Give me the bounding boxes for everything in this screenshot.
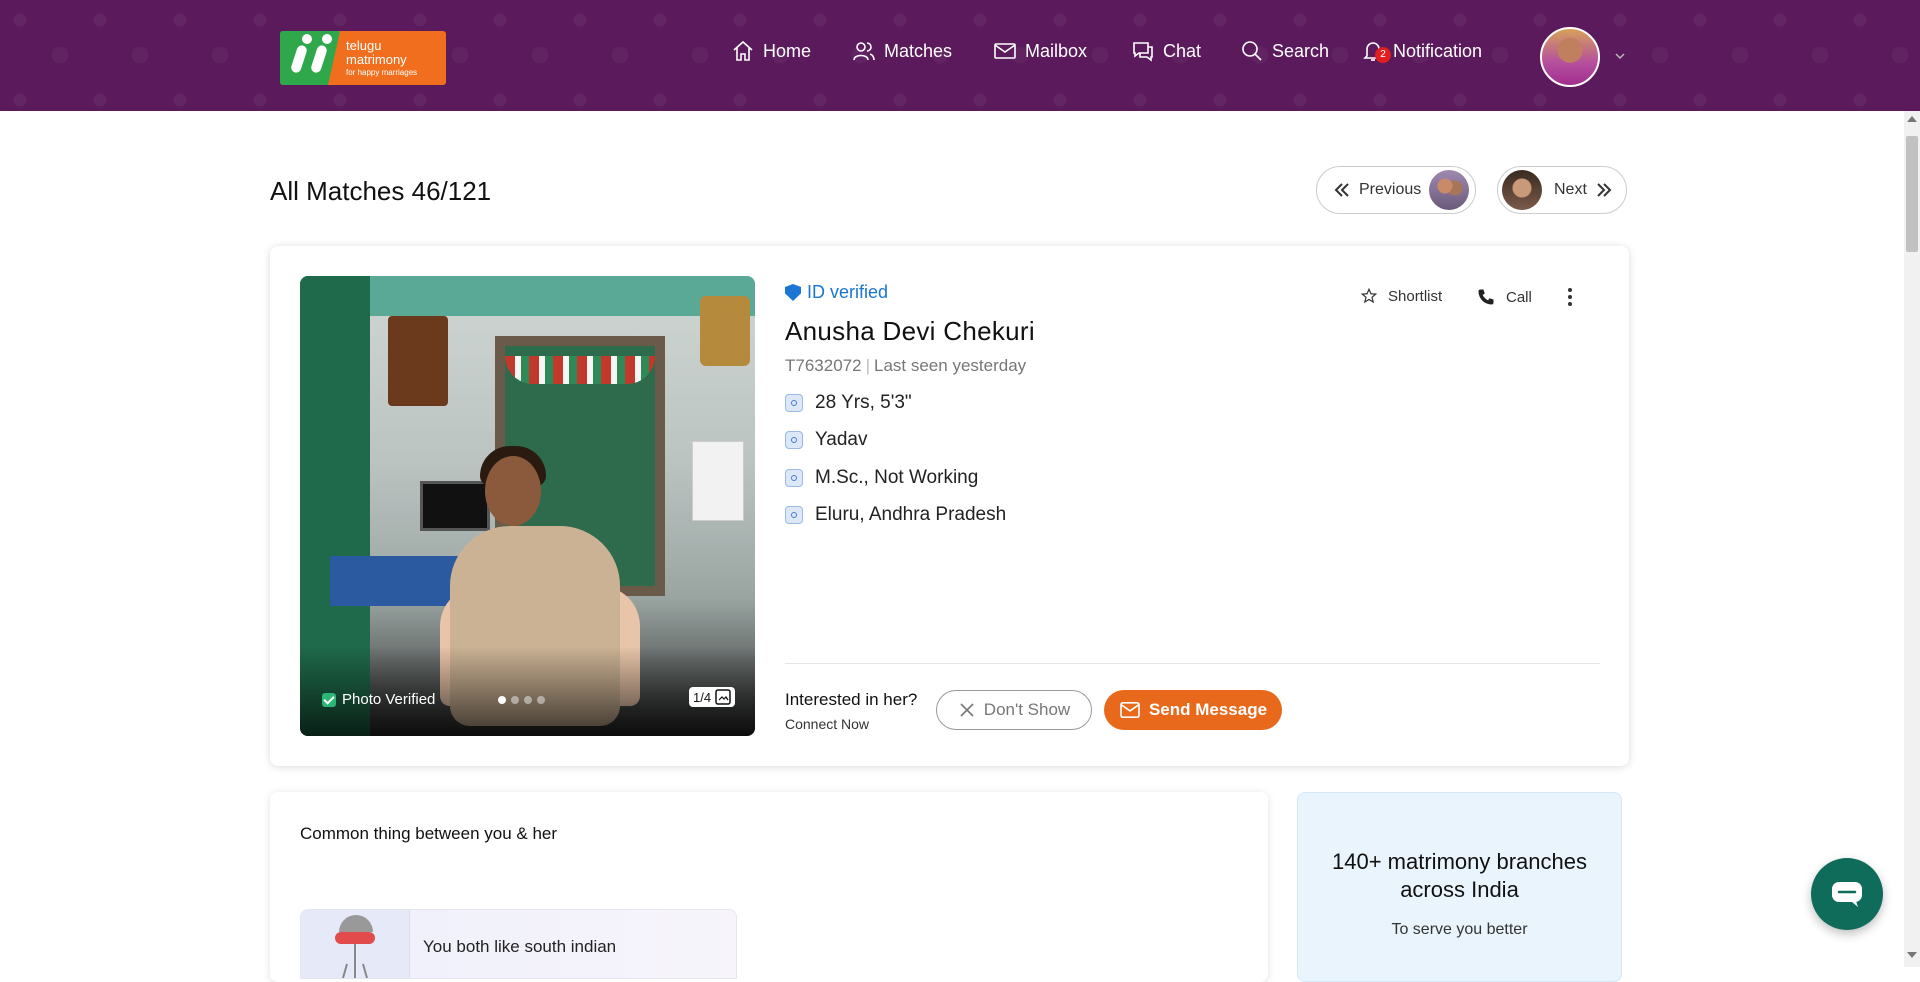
- detail-text: 28 Yrs, 5'3": [815, 392, 912, 413]
- nav-matches[interactable]: Matches: [852, 34, 952, 68]
- profile-meta: T7632072 | Last seen yesterday: [785, 356, 1027, 375]
- detail-caste: Yadav: [785, 429, 867, 451]
- call-button[interactable]: Call: [1476, 287, 1532, 307]
- users-icon: [853, 42, 875, 61]
- last-seen: Last seen yesterday: [874, 356, 1027, 375]
- carousel-dot[interactable]: [498, 696, 506, 704]
- logo-line-2: matrimony: [346, 52, 407, 67]
- photo-carousel-dots[interactable]: [498, 696, 545, 704]
- nav-mailbox-label: Mailbox: [1025, 40, 1088, 61]
- dont-show-label: Don't Show: [983, 700, 1071, 719]
- logo-line-1: telugu: [346, 38, 382, 53]
- caste-icon: [785, 431, 803, 449]
- grill-icon: [301, 910, 410, 978]
- detail-text: M.Sc., Not Working: [815, 467, 979, 488]
- chat-bubble-icon: [1832, 882, 1862, 907]
- logo-mark-icon: [280, 31, 340, 85]
- nav-search[interactable]: Search: [1240, 34, 1329, 68]
- detail-education: M.Sc., Not Working: [785, 467, 978, 489]
- profile-id: T7632072: [785, 356, 862, 375]
- close-icon: [960, 703, 974, 717]
- scroll-down-icon[interactable]: [1907, 952, 1917, 958]
- carousel-dot[interactable]: [524, 696, 532, 704]
- check-icon: [322, 692, 336, 707]
- previous-profile-button[interactable]: Previous: [1316, 166, 1476, 214]
- mail-icon: [1120, 701, 1140, 719]
- phone-icon: [1478, 289, 1494, 305]
- mail-icon: [994, 43, 1016, 59]
- nav-notification-label: Notification: [1393, 40, 1483, 61]
- more-options-icon[interactable]: [1568, 288, 1572, 309]
- telugu-matrimony-logo[interactable]: telugu matrimony for happy marriages: [280, 31, 446, 85]
- page-title: All Matches 46/121: [270, 176, 492, 206]
- photo-count-badge[interactable]: 1/4: [689, 687, 736, 707]
- common-thing-text: You both like south indian: [423, 937, 617, 956]
- send-message-button[interactable]: Send Message: [1104, 690, 1282, 730]
- interested-question: Interested in her?: [785, 690, 918, 709]
- photo-verified-badge: Photo Verified: [322, 691, 435, 708]
- nav-chat-label: Chat: [1163, 40, 1202, 61]
- call-label: Call: [1506, 288, 1532, 306]
- carousel-dot[interactable]: [511, 696, 519, 704]
- branches-title: 140+ matrimony branches across India: [1332, 849, 1587, 902]
- nav-mailbox[interactable]: Mailbox: [993, 34, 1087, 68]
- gallery-icon: [715, 689, 731, 705]
- common-things-title: Common thing between you & her: [300, 824, 558, 843]
- profile-photo[interactable]: [300, 276, 755, 736]
- detail-text: Eluru, Andhra Pradesh: [815, 504, 1007, 525]
- nav-chat[interactable]: Chat: [1131, 34, 1201, 68]
- live-chat-button[interactable]: [1811, 858, 1883, 930]
- id-verified-badge: ID verified: [785, 282, 888, 303]
- next-profile-button[interactable]: Next: [1497, 166, 1627, 214]
- nav-notification[interactable]: 2 Notification: [1361, 34, 1482, 68]
- location-icon: [785, 506, 803, 524]
- nav-matches-label: Matches: [884, 40, 953, 61]
- logo-tagline: for happy marriages: [346, 68, 418, 77]
- double-chevron-right-icon: [1597, 183, 1612, 197]
- photo-count-label: 1/4: [693, 689, 712, 705]
- detail-age-height: 28 Yrs, 5'3": [785, 392, 912, 414]
- detail-location: Eluru, Andhra Pradesh: [785, 504, 1006, 526]
- double-chevron-left-icon: [1334, 183, 1349, 197]
- previous-profile-avatar: [1429, 170, 1470, 210]
- send-message-label: Send Message: [1148, 700, 1268, 719]
- notification-badge: 2: [1375, 47, 1391, 63]
- shortlist-label: Shortlist: [1388, 287, 1443, 305]
- nav-home[interactable]: Home: [731, 34, 811, 68]
- scrollbar-thumb[interactable]: [1906, 136, 1918, 252]
- star-icon: [1360, 287, 1378, 304]
- chevron-down-icon[interactable]: [1614, 50, 1626, 62]
- nav-home-label: Home: [763, 40, 812, 61]
- previous-label: Previous: [1359, 181, 1422, 198]
- education-icon: [785, 469, 803, 487]
- detail-text: Yadav: [815, 429, 868, 450]
- next-profile-avatar: [1502, 170, 1542, 210]
- photo-verified-label: Photo Verified: [342, 691, 436, 708]
- next-label: Next: [1554, 181, 1587, 198]
- chat-icon: [1133, 42, 1153, 62]
- nav-search-label: Search: [1272, 40, 1330, 61]
- connect-now-label: Connect Now: [785, 716, 870, 732]
- profile-name: Anusha Devi Chekuri: [785, 316, 1035, 346]
- user-avatar[interactable]: [1540, 27, 1600, 87]
- age-icon: [785, 394, 803, 412]
- shortlist-button[interactable]: Shortlist: [1360, 287, 1442, 305]
- card-divider: [785, 663, 1600, 664]
- verified-shield-icon: [785, 284, 801, 301]
- dont-show-button[interactable]: Don't Show: [936, 690, 1092, 730]
- carousel-dot[interactable]: [537, 696, 545, 704]
- scroll-up-icon[interactable]: [1907, 116, 1917, 122]
- search-icon: [1242, 41, 1262, 61]
- home-icon: [733, 40, 753, 61]
- id-verified-label: ID verified: [807, 282, 889, 302]
- branches-subtitle: To serve you better: [1391, 921, 1528, 938]
